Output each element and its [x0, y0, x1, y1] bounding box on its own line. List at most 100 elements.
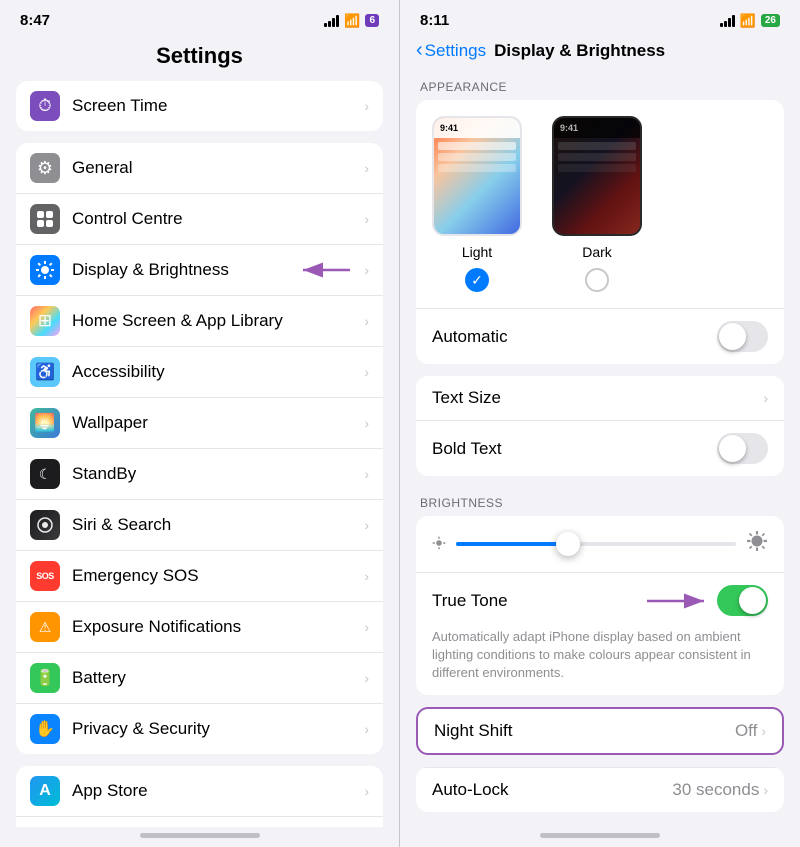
settings-item-battery[interactable]: 🔋 Battery ›: [16, 653, 383, 704]
settings-item-exposure[interactable]: ⚠ Exposure Notifications ›: [16, 602, 383, 653]
auto-lock-right: 30 seconds ›: [672, 780, 768, 800]
chevron-icon: ›: [364, 721, 369, 737]
chevron-icon: ›: [364, 466, 369, 482]
phone-line: [558, 142, 636, 150]
right-content: APPEARANCE 9:41 Ligh: [400, 72, 800, 827]
auto-lock-value: 30 seconds: [672, 780, 759, 800]
signal-bar-2: [328, 21, 331, 27]
true-tone-toggle[interactable]: [717, 585, 768, 616]
accessibility-label: Accessibility: [72, 362, 364, 382]
light-check-selected[interactable]: ✓: [465, 268, 489, 292]
settings-item-standby[interactable]: ☾ StandBy ›: [16, 449, 383, 500]
chevron-icon: ›: [364, 262, 369, 278]
night-shift-label: Night Shift: [434, 721, 512, 741]
settings-item-wallet[interactable]: 💳 Wallet ›: [16, 817, 383, 827]
chevron-icon: ›: [364, 313, 369, 329]
light-label: Light: [462, 244, 492, 260]
settings-item-emergency-sos[interactable]: SOS Emergency SOS ›: [16, 551, 383, 602]
home-bar-line: [540, 833, 660, 838]
night-shift-right: Off ›: [735, 721, 766, 741]
bold-text-row[interactable]: Bold Text: [416, 421, 784, 476]
phone-line: [558, 153, 636, 161]
right-battery-badge: 26: [761, 14, 780, 27]
auto-lock-card: Auto-Lock 30 seconds ›: [416, 767, 784, 812]
night-shift-value: Off: [735, 721, 757, 741]
settings-item-screen-time[interactable]: ⏱ Screen Time ›: [16, 81, 383, 131]
signal-bar-3: [332, 18, 335, 27]
settings-item-general[interactable]: ⚙ General ›: [16, 143, 383, 194]
appearance-header: APPEARANCE: [416, 72, 784, 100]
brightness-slider-row: [416, 516, 784, 572]
right-page-title: Display & Brightness: [494, 41, 665, 61]
left-home-bar: [0, 827, 399, 847]
phone-time-dark: 9:41: [560, 123, 578, 133]
back-button[interactable]: ‹ Settings: [416, 39, 486, 62]
privacy-icon: ✋: [30, 714, 60, 744]
settings-item-wallpaper[interactable]: 🌅 Wallpaper ›: [16, 398, 383, 449]
phone-line: [438, 142, 516, 150]
automatic-toggle-row: Automatic: [416, 308, 784, 364]
chevron-icon: ›: [364, 568, 369, 584]
settings-item-accessibility[interactable]: ♿ Accessibility ›: [16, 347, 383, 398]
signal-bar-1: [720, 23, 723, 27]
left-status-bar: 8:47 📶 6: [0, 0, 399, 35]
text-size-row[interactable]: Text Size ›: [416, 376, 784, 421]
phone-top-bar-dark: 9:41: [554, 118, 640, 138]
auto-lock-row[interactable]: Auto-Lock 30 seconds ›: [416, 767, 784, 812]
chevron-icon: ›: [364, 670, 369, 686]
right-status-bar: 8:11 📶 26: [400, 0, 800, 35]
night-shift-card: Night Shift Off ›: [416, 707, 784, 755]
chevron-icon: ›: [364, 98, 369, 114]
right-time: 8:11: [420, 12, 449, 29]
settings-group-1: ⏱ Screen Time ›: [16, 81, 383, 131]
signal-bar-1: [324, 23, 327, 27]
back-chevron-icon: ‹: [416, 39, 423, 62]
bold-text-toggle[interactable]: [717, 433, 768, 464]
left-panel: 8:47 📶 6 Settings ⏱ Screen Time ›: [0, 0, 400, 847]
exposure-icon: ⚠: [30, 612, 60, 642]
settings-item-home-screen[interactable]: ⊞ Home Screen & App Library ›: [16, 296, 383, 347]
signal-bars: [324, 15, 339, 27]
light-theme-option[interactable]: 9:41 Light ✓: [432, 116, 522, 292]
bold-text-label: Bold Text: [432, 439, 502, 459]
settings-item-privacy[interactable]: ✋ Privacy & Security ›: [16, 704, 383, 754]
purple-arrow-right: [642, 589, 712, 613]
display-brightness-icon: [30, 255, 60, 285]
dark-preview: 9:41: [552, 116, 642, 236]
phone-top-bar: 9:41: [434, 118, 520, 138]
dark-check-unselected[interactable]: [585, 268, 609, 292]
settings-item-display-brightness[interactable]: Display & Brightness ›: [16, 245, 383, 296]
light-preview: 9:41: [432, 116, 522, 236]
brightness-thumb: [556, 532, 580, 556]
chevron-icon: ›: [364, 364, 369, 380]
signal-bar-4: [336, 15, 339, 27]
settings-item-control-centre[interactable]: Control Centre ›: [16, 194, 383, 245]
brightness-track[interactable]: [456, 542, 736, 546]
right-signal-bars: [720, 15, 735, 27]
chevron-icon: ›: [364, 619, 369, 635]
general-icon: ⚙: [30, 153, 60, 183]
chevron-icon: ›: [364, 517, 369, 533]
dark-theme-option[interactable]: 9:41 Dark: [552, 116, 642, 292]
control-centre-icon: [30, 204, 60, 234]
settings-group-2: ⚙ General › Control Centre ›: [16, 143, 383, 754]
phone-line: [558, 164, 636, 172]
phone-time: 9:41: [440, 123, 458, 133]
settings-item-app-store[interactable]: A App Store ›: [16, 766, 383, 817]
automatic-toggle[interactable]: [717, 321, 768, 352]
phone-line: [438, 153, 516, 161]
automatic-label: Automatic: [432, 327, 508, 347]
text-options-card: Text Size › Bold Text: [416, 376, 784, 476]
brightness-low-icon: [432, 536, 446, 553]
standby-label: StandBy: [72, 464, 364, 484]
general-label: General: [72, 158, 364, 178]
chevron-icon: ›: [364, 211, 369, 227]
wallpaper-label: Wallpaper: [72, 413, 364, 433]
true-tone-label: True Tone: [432, 591, 508, 611]
theme-selection-row: 9:41 Light ✓ 9:41: [416, 100, 784, 308]
night-shift-row[interactable]: Night Shift Off ›: [418, 709, 782, 753]
exposure-label: Exposure Notifications: [72, 617, 364, 637]
right-wifi-icon: 📶: [740, 13, 756, 29]
right-panel: 8:11 📶 26 ‹ Settings Display & Brightnes…: [400, 0, 800, 847]
settings-item-siri-search[interactable]: Siri & Search ›: [16, 500, 383, 551]
